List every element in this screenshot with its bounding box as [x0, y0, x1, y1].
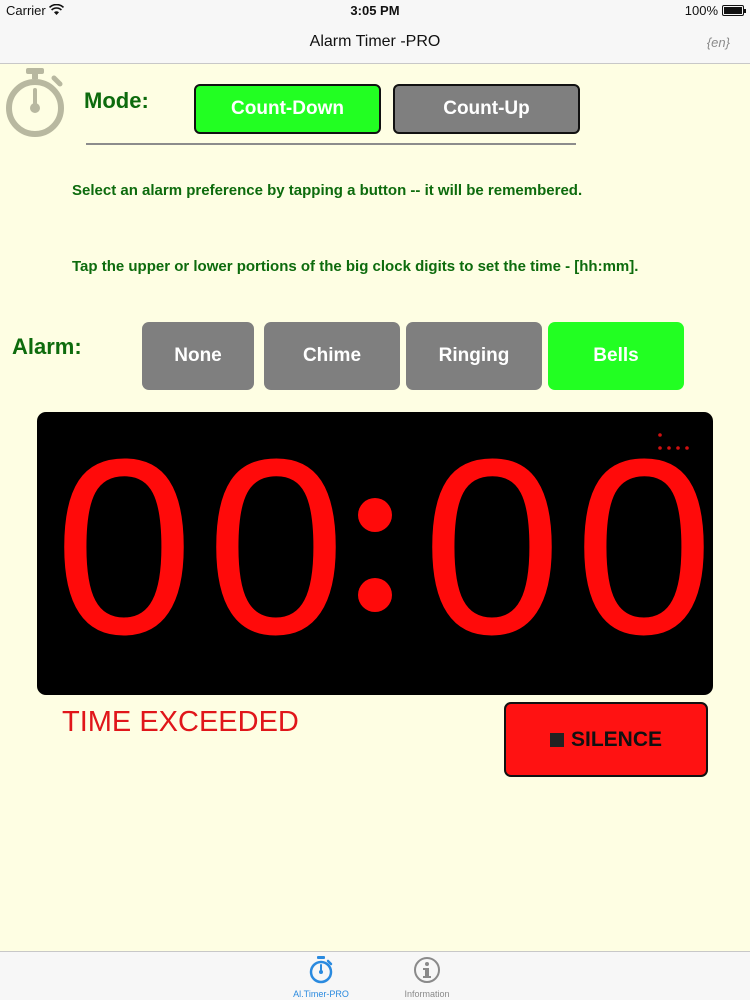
- tab-timer-label: Al.Timer-PRO: [293, 989, 349, 999]
- minute-tens-digit[interactable]: 0: [417, 422, 567, 672]
- stop-icon: [549, 732, 564, 747]
- hour-ones-digit[interactable]: 0: [201, 422, 351, 672]
- tab-information[interactable]: Information: [382, 956, 472, 999]
- alarm-chime-button[interactable]: Chime: [264, 322, 400, 390]
- stopwatch-icon: [309, 956, 333, 984]
- silence-label: SILENCE: [570, 727, 662, 751]
- alarm-none-button[interactable]: None: [142, 322, 254, 390]
- tab-timer[interactable]: Al.Timer-PRO: [276, 956, 366, 999]
- time-exceeded-message: TIME EXCEEDED: [62, 706, 299, 738]
- hour-tens-digit[interactable]: 0: [49, 422, 199, 672]
- count-up-button[interactable]: Count-Up: [393, 84, 580, 134]
- battery-icon: [722, 5, 746, 16]
- battery-percent: 100%: [684, 3, 718, 18]
- alarm-label: Alarm:: [12, 334, 82, 359]
- silence-button[interactable]: SILENCE: [504, 702, 708, 777]
- page-title: Alarm Timer -PRO: [309, 33, 441, 50]
- minute-ones-digit[interactable]: 0: [569, 422, 719, 672]
- alarm-preference-instruction: Select an alarm preference by tapping a …: [72, 182, 583, 199]
- tab-bar: Al.Timer-PRO Information: [0, 951, 750, 1000]
- status-bar: Carrier 3:05 PM 100%: [0, 0, 750, 22]
- status-time: 3:05 PM: [350, 3, 400, 18]
- count-down-button[interactable]: Count-Down: [194, 84, 381, 134]
- clock-colon-bottom: [358, 578, 392, 612]
- mode-label: Mode:: [84, 88, 149, 113]
- tab-information-label: Information: [404, 989, 450, 999]
- alarm-bells-button[interactable]: Bells: [548, 322, 684, 390]
- set-time-instruction: Tap the upper or lower portions of the b…: [72, 258, 639, 275]
- alarm-ringing-button[interactable]: Ringing: [406, 322, 542, 390]
- navigation-bar: Alarm Timer -PRO {en}: [0, 22, 750, 64]
- stopwatch-icon: [6, 68, 64, 137]
- clock-colon-top: [358, 498, 392, 532]
- mode-divider: [86, 143, 576, 145]
- language-button[interactable]: {en}: [707, 35, 730, 50]
- info-icon: [414, 957, 440, 983]
- clock-display: 0 0 0 0: [37, 412, 714, 695]
